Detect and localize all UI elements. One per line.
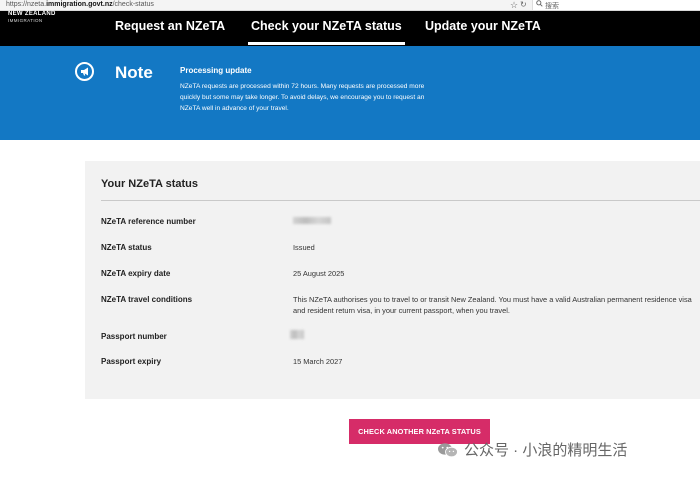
nzeta-status-value: Issued [293, 243, 315, 252]
nzeta-status-label: NZeTA status [101, 243, 152, 252]
travel-conditions-value: This NZeTA authorises you to travel to o… [293, 295, 692, 315]
wechat-icon [437, 442, 459, 458]
url-prefix: https://nzeta. [6, 1, 47, 8]
address-field[interactable]: https://nzeta.immigration.govt.nz/check-… [6, 1, 154, 8]
nz-immigration-logo[interactable]: NEW ZEALAND IMMIGRATION [8, 11, 56, 24]
url-suffix: /check-status [112, 1, 154, 8]
browser-address-bar: https://nzeta.immigration.govt.nz/check-… [0, 0, 700, 11]
logo-line-2: IMMIGRATION [8, 18, 43, 23]
tab-check-status[interactable]: Check your NZeTA status [248, 19, 405, 45]
passport-number-value [290, 330, 304, 342]
watermark-text: 公众号 · 小浪的精明生活 [464, 442, 628, 459]
passport-expiry-value: 15 March 2027 [293, 357, 343, 366]
bookmark-star-icon[interactable]: ☆ [510, 0, 518, 11]
status-card-title: Your NZeTA status [101, 178, 198, 190]
note-subheading: Processing update [180, 66, 252, 75]
expiry-date-value: 25 August 2025 [293, 269, 345, 278]
wechat-watermark: 公众号 · 小浪的精明生活 [437, 439, 627, 460]
tab-request-nzeta[interactable]: Request an NZeTA [115, 19, 225, 33]
reference-number-label: NZeTA reference number [101, 217, 196, 226]
browser-search-input[interactable]: 搜索 [532, 0, 700, 10]
title-divider [101, 200, 700, 201]
redacted-passport-number [290, 330, 304, 339]
redacted-reference-number [293, 217, 331, 224]
note-body: NZeTA requests are processed within 72 h… [180, 83, 425, 112]
megaphone-icon [75, 62, 94, 81]
reload-icon[interactable]: ↻ [520, 0, 527, 9]
search-placeholder: 搜索 [545, 3, 559, 10]
top-navigation: NEW ZEALAND IMMIGRATION Request an NZeTA… [0, 11, 700, 46]
passport-expiry-label: Passport expiry [101, 357, 162, 366]
processing-note-banner: Note Processing update NZeTA requests ar… [0, 46, 700, 140]
url-domain: immigration.govt.nz [46, 1, 113, 8]
tab-update-nzeta[interactable]: Update your NZeTA [425, 19, 541, 33]
search-icon [536, 0, 543, 9]
passport-number-label: Passport number [101, 332, 167, 341]
note-heading: Note [115, 63, 153, 82]
nzeta-status-card: Your NZeTA status NZeTA reference number… [85, 161, 700, 399]
expiry-date-label: NZeTA expiry date [101, 269, 171, 278]
travel-conditions-label: NZeTA travel conditions [101, 295, 193, 304]
reference-number-value [293, 216, 331, 227]
